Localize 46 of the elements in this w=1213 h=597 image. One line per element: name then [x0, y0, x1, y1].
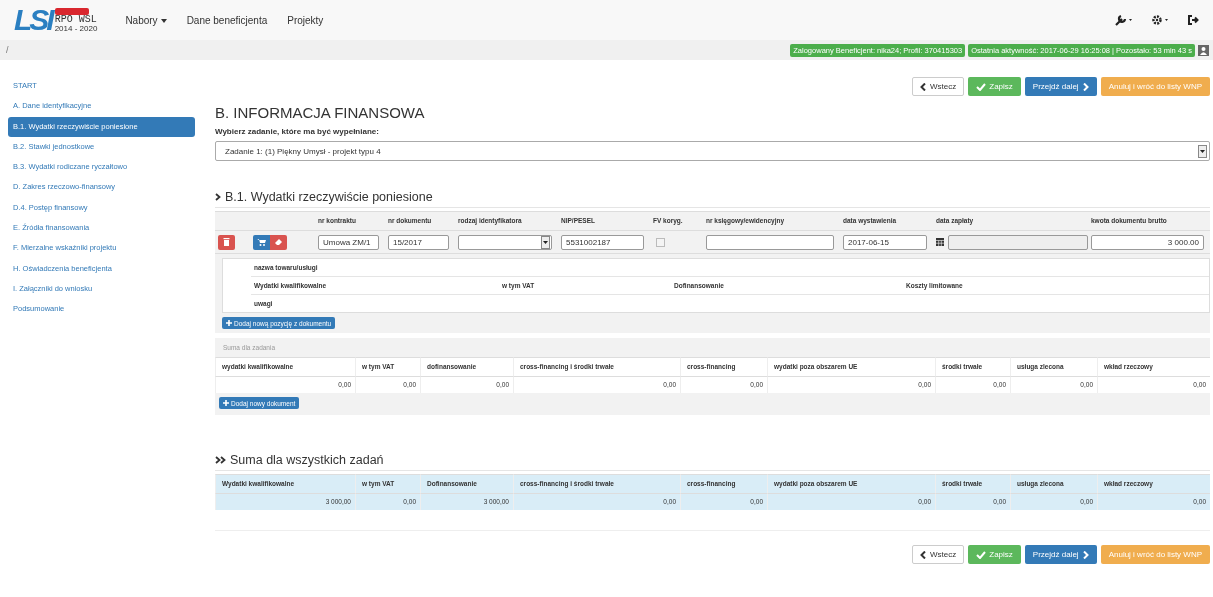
text-field[interactable]: [706, 234, 834, 250]
chevron-left-icon: [920, 550, 928, 559]
chevron-right-icon: [1081, 82, 1089, 91]
back-button[interactable]: Wstecz: [912, 77, 965, 96]
trash-icon: [223, 238, 230, 246]
page-heading: B. INFORMACJA FINANSOWA: [215, 104, 426, 121]
chevron-right-icon: [1081, 550, 1089, 559]
back-button[interactable]: Wstecz: [912, 545, 965, 564]
logo-years: 2014 - 2020: [54, 23, 98, 33]
eraser-icon: [274, 238, 283, 246]
breadcrumb: /: [6, 45, 9, 55]
text-field[interactable]: 2017-06-15: [843, 234, 927, 250]
wrench-icon[interactable]: [1115, 14, 1135, 26]
logo-text: RPO WSL: [54, 14, 98, 24]
double-chevron-icon: [215, 456, 226, 464]
next-button[interactable]: Przejdź dalej: [1024, 545, 1097, 564]
identifier-select[interactable]: [458, 234, 552, 250]
user-icon[interactable]: [1198, 44, 1209, 56]
check-icon: [976, 550, 987, 559]
delete-button[interactable]: [218, 234, 235, 250]
chevron-left-icon: [920, 82, 928, 91]
plus-icon: [226, 320, 232, 326]
menu-item[interactable]: Dane beneficjenta: [178, 14, 276, 26]
cart-button[interactable]: [253, 234, 270, 250]
text-field[interactable]: Umowa ZM/1: [318, 234, 379, 250]
menu-item[interactable]: Nabory: [117, 14, 175, 26]
text-field[interactable]: 5531002187: [561, 234, 644, 250]
checkbox[interactable]: [656, 237, 665, 247]
task-select[interactable]: Zadanie 1: (1) Piękny Umysł - projekt typu 4: [215, 141, 1210, 161]
eraser-button[interactable]: [270, 234, 287, 250]
chevron-right-icon: [215, 193, 221, 201]
section-title: B.1. Wydatki rzeczywiście poniesione: [225, 190, 433, 204]
calendar-icon[interactable]: [936, 238, 944, 246]
gear-icon[interactable]: [1151, 14, 1171, 26]
menu-item[interactable]: Projekty: [279, 14, 332, 26]
plus-icon: [223, 400, 229, 406]
field-label: Wybierz zadanie, które ma być wypełniane:: [215, 127, 380, 136]
ribbon-icon: [54, 7, 89, 15]
cart-icon: [257, 238, 266, 246]
section-title: Suma dla wszystkich zadań: [230, 453, 384, 467]
text-field[interactable]: 15/2017: [388, 234, 449, 250]
sign-out-icon[interactable]: [1187, 14, 1199, 26]
check-icon: [976, 82, 987, 91]
next-button[interactable]: Przejdź dalej: [1024, 77, 1097, 96]
logo-mark: LSI: [14, 5, 52, 35]
amount-field[interactable]: 3 000.00: [1091, 234, 1204, 250]
